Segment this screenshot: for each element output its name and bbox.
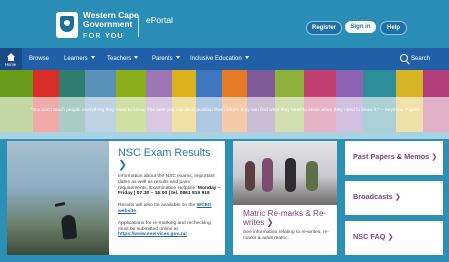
student-figure [285, 158, 296, 192]
search-label: Search [411, 56, 431, 62]
student-figure [306, 161, 318, 191]
nsc-remarks-text: Applications for re-marking and rechecki… [118, 221, 221, 238]
chevron-down-icon [134, 56, 139, 59]
student-figure [245, 161, 255, 191]
student-figure [262, 158, 273, 192]
brand-for: FOR [83, 30, 102, 40]
help-button[interactable]: Help [380, 21, 407, 35]
chevron-right-icon: ❯ [266, 218, 274, 227]
nsc-card-body: NSC Exam Results ❯ Information about the… [118, 147, 221, 238]
nav-teachers-label: Teachers [107, 56, 132, 62]
eservices-link[interactable]: https://www.eservices.gov.za/ [118, 232, 187, 237]
home-label: Home [5, 62, 17, 67]
nav-teachers[interactable]: Teachers [107, 52, 139, 66]
nav-learners-label: Learners [64, 56, 88, 62]
past-papers-label: Past Papers & Memos ❯ [353, 152, 437, 161]
students-photo [233, 141, 337, 205]
nsc-title[interactable]: NSC Exam Results ❯ [118, 147, 221, 171]
nsc-title-text: NSC Exam Results [118, 147, 211, 159]
nsc-faq-label: NSC FAQ ❯ [353, 232, 394, 241]
search-icon [400, 54, 408, 62]
matric-title[interactable]: Matric Re-marks & Re-writes ❯ [243, 209, 333, 227]
register-button[interactable]: Register [306, 21, 342, 35]
home-icon [7, 53, 15, 61]
chevron-right-icon: ❯ [118, 159, 128, 171]
nsc-faq-card[interactable]: NSC FAQ ❯ [345, 221, 443, 255]
chevron-right-icon: ❯ [394, 192, 401, 201]
graduate-photo [7, 141, 109, 255]
chevron-down-icon [244, 56, 249, 59]
chevron-down-icon [175, 56, 180, 59]
broadcasts-card[interactable]: Broadcasts ❯ [345, 181, 443, 215]
graduate-figure [60, 214, 78, 240]
nav-inclusive-education[interactable]: Inclusive Education [190, 52, 249, 66]
brand-you: YOU [104, 30, 124, 40]
search-button[interactable]: Search [400, 52, 431, 66]
sign-in-button[interactable]: Sign in [345, 21, 376, 33]
results-line: Results will also be available on the [118, 203, 196, 209]
nsc-faq-text: NSC FAQ [353, 232, 386, 241]
nav-browse[interactable]: Browse [29, 52, 49, 66]
header-divider [138, 15, 139, 37]
remarks-line: Applications for re-marking and rechecki… [118, 220, 211, 232]
chevron-right-icon: ❯ [431, 152, 438, 161]
quote-band [0, 97, 449, 139]
nsc-exam-results-card[interactable]: NSC Exam Results ❯ Information about the… [7, 141, 225, 255]
crest-icon [56, 12, 78, 38]
nav-inclusive-label: Inclusive Education [190, 56, 242, 62]
nsc-results-text: Results will also be available on the WC… [118, 203, 212, 214]
nav-learners[interactable]: Learners [64, 52, 95, 66]
broadcasts-text: Broadcasts [353, 192, 393, 201]
nav-browse-label: Browse [29, 56, 50, 62]
graduation-cap-icon [54, 201, 66, 208]
brand-text: Western Cape Government FOR YOU [83, 10, 139, 40]
chevron-down-icon [90, 56, 95, 59]
matric-card-body: Matric Re-marks & Re-writes ❯ See inform… [243, 209, 333, 242]
chevron-right-icon: ❯ [387, 232, 394, 241]
banner-quote: “You can’t teach people everything they … [30, 108, 420, 113]
government-logo[interactable]: Western Cape Government FOR YOU [56, 10, 139, 40]
matric-remarks-card[interactable]: Matric Re-marks & Re-writes ❯ See inform… [233, 141, 337, 255]
brand-line-2: Government [83, 18, 133, 29]
nav-parents-label: Parents [152, 56, 173, 62]
matric-description: See information relating to re-writes, r… [243, 230, 329, 241]
nsc-info-text: Information about the NSC exams, importa… [118, 174, 221, 197]
broadcasts-label: Broadcasts ❯ [353, 192, 401, 201]
past-papers-card[interactable]: Past Papers & Memos ❯ [345, 141, 443, 175]
site-header: Western Cape Government FOR YOU ePortal … [0, 0, 449, 48]
nav-parents[interactable]: Parents [152, 52, 180, 66]
matric-title-text: Matric Re-marks & Re-writes [243, 209, 327, 227]
brand-tagline: FOR YOU [83, 31, 139, 40]
past-papers-text: Past Papers & Memos [353, 152, 430, 161]
eportal-title[interactable]: ePortal [146, 15, 173, 25]
